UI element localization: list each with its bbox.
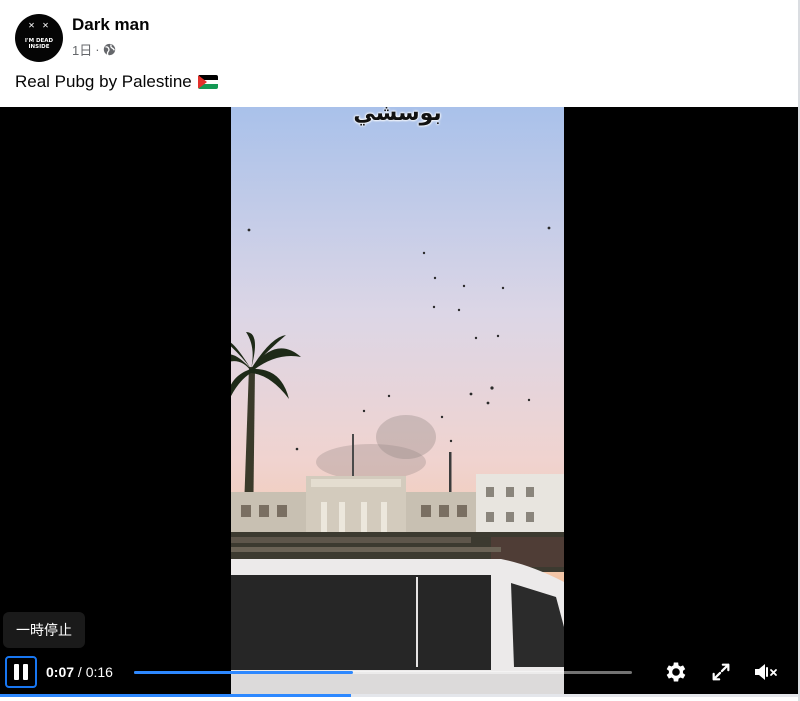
fullscreen-button[interactable] xyxy=(707,658,735,686)
pause-button[interactable] xyxy=(5,656,37,688)
post-caption: Real Pubg by Palestine xyxy=(15,72,218,92)
volume-muted-icon xyxy=(755,664,777,680)
pause-icon xyxy=(14,664,28,680)
avatar[interactable]: ✕ ✕ I'M DEAD INSIDE xyxy=(15,14,63,62)
post-timestamp[interactable]: 1日 xyxy=(72,40,92,59)
pause-tooltip: 一時停止 xyxy=(3,612,85,648)
palestine-flag-icon xyxy=(197,75,218,89)
seek-bar-progress xyxy=(134,671,354,674)
video-frame[interactable]: بوسشي xyxy=(231,107,564,697)
avatar-brand: I'M DEAD INSIDE xyxy=(24,38,54,50)
seek-bar[interactable] xyxy=(134,671,632,674)
meta-separator: · xyxy=(95,42,100,57)
post-header: ✕ ✕ I'M DEAD INSIDE Dark man 1日 · xyxy=(0,0,800,66)
time-display: 0:07 / 0:16 xyxy=(46,664,113,680)
avatar-face: ✕ ✕ xyxy=(28,20,50,31)
duration: 0:16 xyxy=(85,664,113,680)
current-time: 0:07 xyxy=(46,664,75,680)
buffer-progress-fill xyxy=(0,694,352,697)
video-controls: 0:07 / 0:16 xyxy=(0,650,798,694)
fullscreen-icon xyxy=(712,663,730,681)
author-name[interactable]: Dark man xyxy=(72,15,149,35)
volume-button[interactable] xyxy=(752,658,780,686)
video-player[interactable]: بوسشي xyxy=(0,107,798,697)
post-meta: 1日 · xyxy=(72,40,116,59)
settings-button[interactable] xyxy=(662,658,690,686)
caption-text: Real Pubg by Palestine xyxy=(15,72,192,91)
globe-icon[interactable] xyxy=(103,43,116,56)
video-overlay-text: بوسشي xyxy=(353,107,442,126)
gear-icon xyxy=(666,662,686,682)
buffer-progress-bar xyxy=(0,694,798,697)
time-separator: / xyxy=(77,664,82,680)
